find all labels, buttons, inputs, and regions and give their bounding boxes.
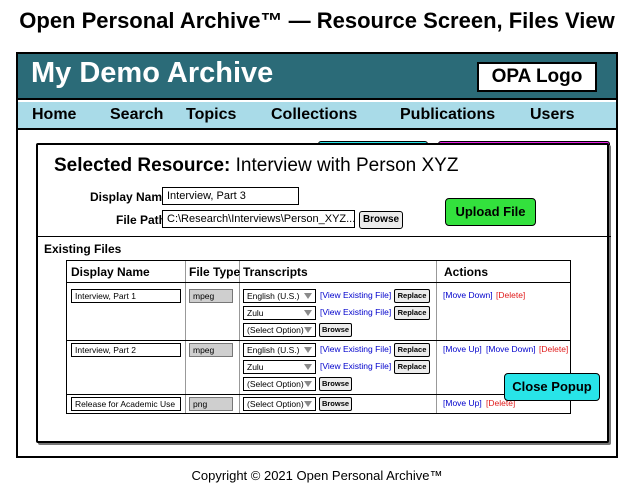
resource-heading-value: Interview with Person XYZ [235, 155, 459, 176]
dropdown-arrow-icon [304, 310, 312, 316]
column-header-display-name: Display Name [71, 265, 150, 279]
app-name: My Demo Archive [31, 57, 274, 89]
main-nav: Home Search Topics Collections Publicati… [18, 102, 616, 130]
replace-button[interactable]: Replace [394, 289, 430, 303]
copyright: Copyright © 2021 Open Personal Archive™ [191, 468, 443, 483]
transcript-language-value: English (U.S.) [247, 291, 300, 301]
view-existing-file-link[interactable]: [View Existing File] [320, 361, 391, 371]
file-type-value: png [189, 397, 233, 411]
dropdown-arrow-icon [304, 293, 312, 299]
existing-files-table: Display Name File Type Transcripts Actio… [66, 260, 571, 414]
new-transcript-value: (Select Option) [247, 399, 304, 409]
row-separator [67, 340, 570, 341]
browse-button[interactable]: Browse [359, 211, 403, 229]
dropdown-arrow-icon [304, 364, 312, 370]
dropdown-arrow-icon [304, 327, 312, 333]
transcript-language-select[interactable]: Zulu [243, 306, 316, 320]
view-existing-file-link[interactable]: [View Existing File] [320, 344, 391, 354]
nav-item-topics[interactable]: Topics [186, 106, 236, 124]
resource-heading: Selected Resource: Interview with Person… [54, 155, 458, 177]
row-separator [67, 282, 570, 283]
file-display-name-field[interactable]: Interview, Part 1 [71, 289, 181, 303]
replace-button[interactable]: Replace [394, 360, 430, 374]
column-header-file-type: File Type [189, 265, 241, 279]
column-divider [185, 261, 186, 413]
row-separator [67, 394, 570, 395]
column-divider [436, 261, 437, 413]
column-header-actions: Actions [444, 265, 489, 279]
file-type-value: mpeg [189, 289, 233, 303]
existing-files-label: Existing Files [44, 242, 122, 256]
move-down-link[interactable]: [Move Down] [486, 344, 536, 354]
move-down-link[interactable]: [Move Down] [443, 290, 493, 300]
app-frame: My Demo Archive OPA Logo Home Search Top… [16, 52, 618, 458]
file-path-field[interactable]: C:\Research\Interviews\Person_XYZ... [162, 210, 355, 228]
view-existing-file-link[interactable]: [View Existing File] [320, 307, 391, 317]
page-title: Open Personal Archive™ — Resource Screen… [19, 8, 615, 33]
transcript-language-select[interactable]: English (U.S.) [243, 289, 316, 303]
transcript-language-value: English (U.S.) [247, 345, 300, 355]
close-popup-button[interactable]: Close Popup [504, 373, 600, 401]
file-display-name-field[interactable]: Release for Academic Use [71, 397, 181, 411]
new-transcript-value: (Select Option) [247, 379, 304, 389]
new-transcript-select[interactable]: (Select Option) [243, 397, 316, 411]
upload-file-button[interactable]: Upload File [445, 198, 536, 226]
transcript-browse-button[interactable]: Browse [319, 323, 352, 337]
divider [38, 236, 611, 237]
nav-item-home[interactable]: Home [32, 106, 76, 124]
replace-button[interactable]: Replace [394, 343, 430, 357]
transcript-browse-button[interactable]: Browse [319, 397, 352, 411]
new-transcript-select[interactable]: (Select Option) [243, 323, 316, 337]
display-name-label: Display Name [90, 190, 169, 204]
file-type-value: mpeg [189, 343, 233, 357]
move-up-link[interactable]: [Move Up] [443, 398, 482, 408]
app-header: My Demo Archive OPA Logo [18, 54, 616, 100]
new-transcript-select[interactable]: (Select Option) [243, 377, 316, 391]
column-header-transcripts: Transcripts [243, 265, 308, 279]
logo: OPA Logo [477, 62, 597, 92]
dropdown-arrow-icon [304, 401, 312, 407]
delete-link[interactable]: [Delete] [539, 344, 568, 354]
resource-heading-label: Selected Resource: [54, 155, 231, 176]
replace-button[interactable]: Replace [394, 306, 430, 320]
dropdown-arrow-icon [304, 381, 312, 387]
file-path-label: File Path [116, 213, 167, 227]
nav-item-users[interactable]: Users [530, 106, 574, 124]
file-display-name-field[interactable]: Interview, Part 2 [71, 343, 181, 357]
transcript-language-value: Zulu [247, 308, 264, 318]
nav-item-collections[interactable]: Collections [271, 106, 357, 124]
delete-link[interactable]: [Delete] [496, 290, 525, 300]
page: Open Personal Archive™ — Resource Screen… [0, 0, 634, 490]
display-name-field[interactable]: Interview, Part 3 [162, 187, 299, 205]
column-divider [239, 261, 240, 413]
move-up-link[interactable]: [Move Up] [443, 344, 482, 354]
nav-item-search[interactable]: Search [110, 106, 163, 124]
view-existing-file-link[interactable]: [View Existing File] [320, 290, 391, 300]
new-transcript-value: (Select Option) [247, 325, 304, 335]
transcript-language-value: Zulu [247, 362, 264, 372]
nav-item-publications[interactable]: Publications [400, 106, 495, 124]
transcript-browse-button[interactable]: Browse [319, 377, 352, 391]
dropdown-arrow-icon [304, 347, 312, 353]
transcript-language-select[interactable]: English (U.S.) [243, 343, 316, 357]
transcript-language-select[interactable]: Zulu [243, 360, 316, 374]
